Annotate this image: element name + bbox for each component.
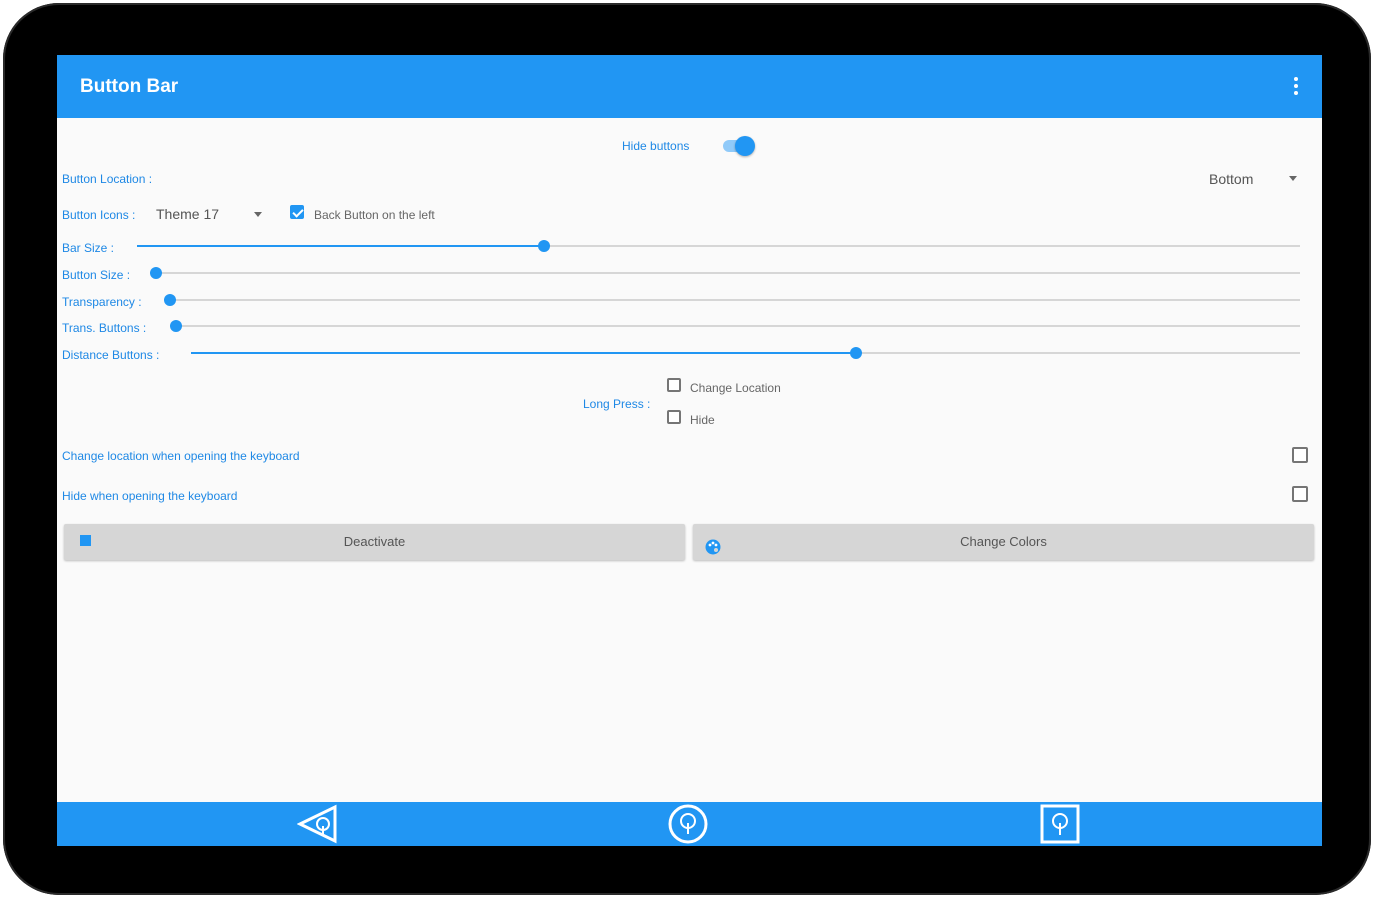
long-press-hide-label: Hide	[690, 413, 715, 427]
button-size-label: Button Size :	[62, 268, 131, 282]
chevron-down-icon	[1289, 176, 1297, 181]
change-location-keyboard-label: Change location when opening the keyboar…	[62, 449, 300, 463]
button-location-value: Bottom	[1209, 171, 1254, 187]
button-icons-label: Button Icons :	[62, 208, 136, 222]
transparency-slider[interactable]	[164, 293, 1300, 307]
chevron-down-icon	[254, 212, 262, 217]
slider-knob[interactable]	[538, 240, 551, 252]
deactivate-button[interactable]: Deactivate	[64, 524, 685, 560]
app-bar: Button Bar	[57, 55, 1322, 118]
long-press-hide-checkbox[interactable]	[667, 410, 681, 424]
switch-thumb	[735, 136, 755, 156]
button-location-label: Button Location :	[62, 172, 153, 186]
deactivate-label: Deactivate	[343, 534, 406, 549]
change-colors-label: Change Colors	[960, 534, 1047, 549]
slider-knob[interactable]	[850, 347, 863, 359]
slider-knob[interactable]	[150, 267, 162, 279]
hide-buttons-switch[interactable]	[721, 136, 755, 156]
slider-rail	[156, 272, 1300, 274]
long-press-change-location-checkbox[interactable]	[667, 378, 681, 392]
button-icons-value: Theme 17	[156, 206, 220, 222]
recent-square-icon[interactable]	[1040, 804, 1080, 844]
home-circle-icon[interactable]	[668, 804, 708, 844]
long-press-change-location-label: Change Location	[690, 381, 781, 395]
bar-size-slider[interactable]	[137, 239, 1300, 253]
button-size-slider[interactable]	[150, 266, 1300, 280]
slider-fill	[191, 352, 857, 354]
back-left-label: Back Button on the left	[314, 208, 435, 222]
navigation-bar	[57, 802, 1322, 846]
button-location-dropdown[interactable]: Bottom	[1197, 165, 1302, 191]
distance-buttons-slider[interactable]	[191, 346, 1300, 360]
app-title: Button Bar	[80, 76, 179, 97]
palette-icon	[705, 533, 721, 555]
hide-buttons-label: Hide buttons	[622, 139, 690, 153]
hide-keyboard-checkbox[interactable]	[1292, 486, 1308, 502]
distance-buttons-label: Distance Buttons :	[62, 348, 160, 362]
long-press-label: Long Press :	[583, 397, 651, 411]
change-location-keyboard-checkbox[interactable]	[1292, 447, 1308, 463]
app-screen: Button Bar Hide buttons Button Location …	[57, 55, 1322, 846]
bar-size-label: Bar Size :	[62, 241, 115, 255]
trans-buttons-label: Trans. Buttons :	[62, 321, 147, 335]
slider-fill	[137, 245, 545, 247]
trans-buttons-slider[interactable]	[170, 319, 1300, 333]
change-colors-button[interactable]: Change Colors	[693, 524, 1314, 560]
stop-icon	[80, 535, 91, 546]
overflow-menu-icon[interactable]	[1294, 77, 1298, 97]
slider-knob[interactable]	[170, 320, 182, 332]
slider-knob[interactable]	[164, 294, 176, 306]
transparency-label: Transparency :	[62, 295, 142, 309]
back-triangle-icon[interactable]	[296, 804, 337, 844]
hide-keyboard-label: Hide when opening the keyboard	[62, 489, 238, 503]
slider-rail	[176, 325, 1300, 327]
back-left-checkbox[interactable]	[290, 205, 304, 219]
button-icons-dropdown[interactable]: Theme 17	[153, 201, 269, 227]
slider-rail	[170, 299, 1300, 301]
